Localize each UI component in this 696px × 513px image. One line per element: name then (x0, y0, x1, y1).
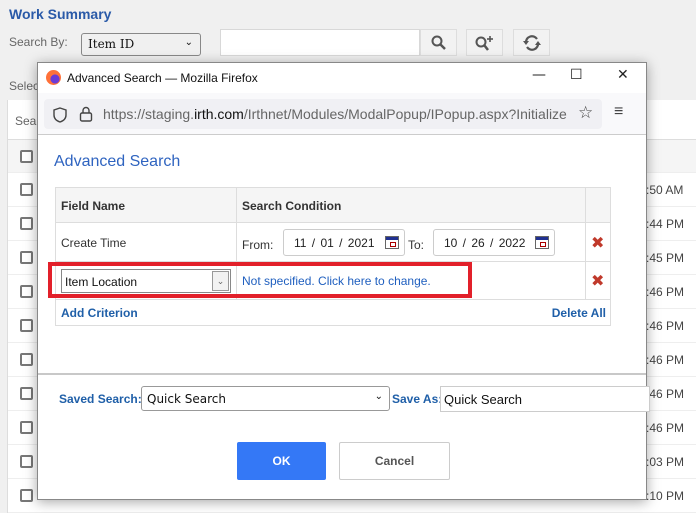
search-icon (431, 35, 446, 50)
criteria-table: Field Name Search Condition Create Time … (55, 187, 611, 326)
delete-criterion-icon[interactable]: ✖ (591, 233, 604, 252)
saved-search-select[interactable]: Quick Search ⌄ (141, 386, 390, 411)
row-checkbox[interactable] (20, 489, 33, 502)
dialog-heading: Advanced Search (54, 153, 181, 170)
advanced-search-button[interactable] (466, 29, 503, 56)
row-time: :46 PM (646, 353, 685, 367)
save-as-label: Save As: (392, 392, 443, 406)
refresh-button[interactable] (513, 29, 550, 56)
select-all-checkbox[interactable] (20, 150, 33, 163)
row-checkbox[interactable] (20, 285, 33, 298)
row-time: :10 PM (646, 489, 685, 503)
add-criterion-link[interactable]: Add Criterion (61, 306, 138, 320)
from-label: From: (242, 238, 274, 252)
row-time: :46 PM (646, 421, 685, 435)
row-checkbox[interactable] (20, 183, 33, 196)
url-prefix: https://staging. (103, 106, 195, 122)
criteria-header: Field Name Search Condition (56, 188, 610, 223)
search-input[interactable] (220, 29, 420, 56)
page-title: Work Summary (9, 6, 112, 22)
minimize-button[interactable]: — (532, 67, 546, 83)
calendar-icon[interactable] (385, 236, 399, 249)
highlight-annotation (48, 262, 472, 298)
row-time: :50 AM (646, 183, 684, 197)
row-checkbox[interactable] (20, 353, 33, 366)
cancel-button[interactable]: Cancel (339, 442, 450, 480)
to-date-value: 10 / 26 / 2022 (444, 236, 526, 250)
row-checkbox[interactable] (20, 455, 33, 468)
bookmark-star-icon[interactable]: ☆ (578, 103, 593, 123)
window-titlebar[interactable]: Advanced Search — Mozilla Firefox — ☐ ✕ (38, 63, 646, 93)
row-time: :03 PM (646, 455, 685, 469)
row-time: :45 PM (646, 251, 685, 265)
refresh-icon (522, 34, 541, 51)
url-domain: irth.com (194, 106, 244, 122)
row-time: :46 PM (646, 319, 685, 333)
firefox-logo-icon (46, 70, 61, 85)
column-header-search-condition: Search Condition (242, 199, 342, 213)
chevron-down-icon: ⌄ (184, 37, 193, 48)
advanced-search-icon (475, 35, 493, 51)
hamburger-menu-icon[interactable]: ≡ (614, 103, 623, 121)
search-button[interactable] (420, 29, 457, 56)
row-checkbox[interactable] (20, 217, 33, 230)
to-date-input[interactable]: 10 / 26 / 2022 (433, 229, 555, 256)
delete-all-link[interactable]: Delete All (552, 306, 606, 320)
search-by-value: Item ID (88, 37, 135, 51)
url-text[interactable]: https://staging.irth.com/Irthnet/Modules… (103, 106, 567, 122)
delete-criterion-icon[interactable]: ✖ (591, 271, 604, 290)
shield-icon[interactable] (53, 107, 67, 123)
ok-button[interactable]: OK (237, 442, 326, 480)
search-by-label: Search By: (9, 35, 68, 49)
saved-search-value: Quick Search (147, 392, 226, 406)
window-title: Advanced Search — Mozilla Firefox (67, 71, 258, 85)
column-header-field-name: Field Name (61, 199, 126, 213)
url-bar[interactable]: https://staging.irth.com/Irthnet/Modules… (44, 99, 602, 129)
search-by-select[interactable]: Item ID ⌄ (81, 33, 201, 56)
row-checkbox[interactable] (20, 387, 33, 400)
navigation-bar: https://staging.irth.com/Irthnet/Modules… (38, 93, 646, 135)
row-checkbox[interactable] (20, 251, 33, 264)
row-checkbox[interactable] (20, 319, 33, 332)
row-checkbox[interactable] (20, 421, 33, 434)
save-as-input[interactable]: Quick Search (440, 386, 650, 412)
from-date-input[interactable]: 11 / 01 / 2021 (283, 229, 405, 256)
calendar-icon[interactable] (535, 236, 549, 249)
divider (38, 373, 646, 375)
to-label: To: (408, 238, 425, 252)
lock-icon[interactable] (79, 106, 93, 122)
url-suffix: /Irthnet/Modules/ModalPopup/IPopup.aspx?… (243, 106, 567, 122)
criterion-field-name: Create Time (61, 236, 127, 250)
row-time: :44 PM (646, 217, 685, 231)
row-time: :46 PM (646, 285, 685, 299)
select-text: Selec (9, 79, 40, 93)
from-date-value: 11 / 01 / 2021 (294, 236, 375, 250)
saved-search-label: Saved Search: (59, 392, 142, 406)
maximize-button[interactable]: ☐ (570, 67, 583, 83)
row-time: :46 PM (646, 387, 685, 401)
close-window-button[interactable]: ✕ (617, 67, 629, 83)
advanced-search-window: Advanced Search — Mozilla Firefox — ☐ ✕ … (37, 62, 650, 500)
chevron-down-icon: ⌄ (374, 391, 383, 402)
criterion-row-create-time: Create Time From: 11 / 01 / 2021 To: 10 … (56, 223, 610, 262)
search-header-text: Sea (15, 114, 37, 128)
